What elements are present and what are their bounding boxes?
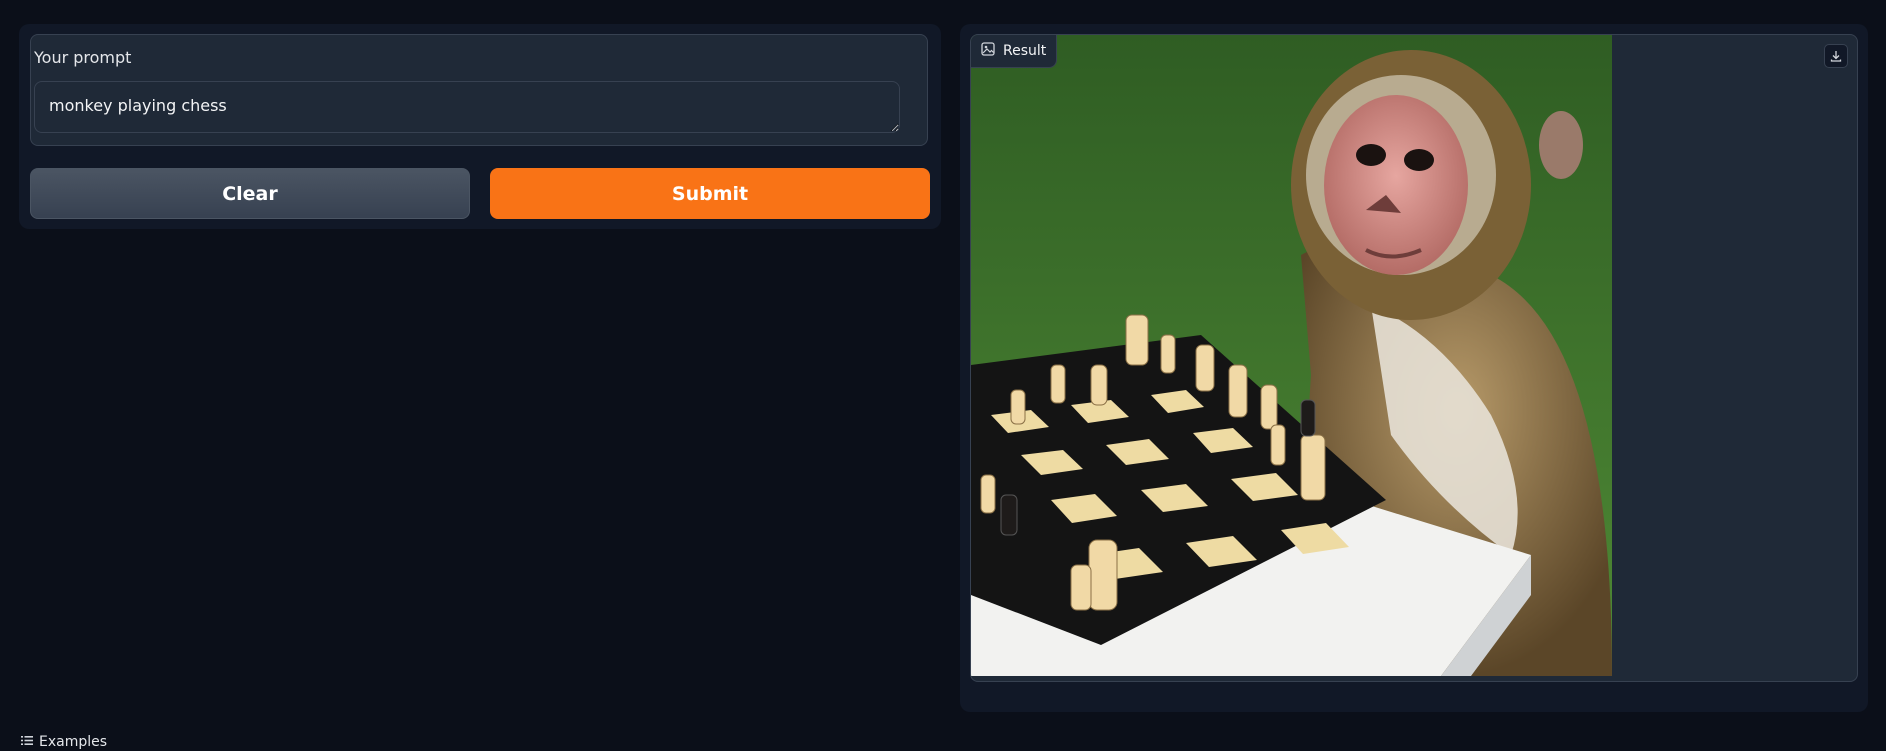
prompt-label: Your prompt xyxy=(34,48,132,67)
generated-image xyxy=(971,35,1612,676)
clear-button[interactable]: Clear xyxy=(30,168,470,219)
result-label-tag: Result xyxy=(971,35,1058,68)
result-label: Result xyxy=(1003,43,1047,59)
prompt-input[interactable] xyxy=(34,81,900,133)
examples-label: Examples xyxy=(39,734,108,750)
submit-button[interactable]: Submit xyxy=(490,168,930,219)
image-icon xyxy=(981,42,995,60)
input-panel: Your prompt Clear Submit xyxy=(19,24,941,229)
download-icon xyxy=(1830,47,1842,66)
output-panel: Result xyxy=(960,24,1868,712)
examples-header[interactable]: Examples xyxy=(21,734,107,750)
download-button[interactable] xyxy=(1824,44,1848,68)
result-image-block: Result xyxy=(970,34,1858,682)
list-icon xyxy=(21,734,33,750)
